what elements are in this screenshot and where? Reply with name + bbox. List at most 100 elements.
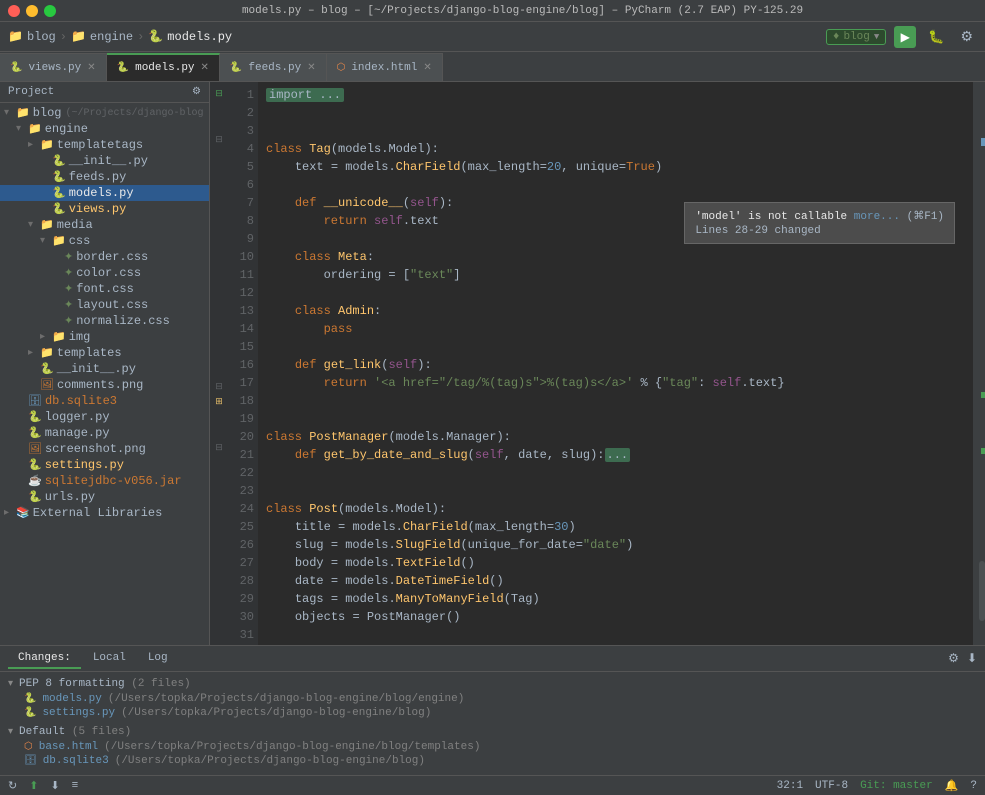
tree-item-settings[interactable]: 🐍 settings.py	[0, 457, 209, 473]
tree-label-init2: __init__.py	[57, 362, 136, 376]
tree-item-feeds[interactable]: 🐍 feeds.py	[0, 169, 209, 185]
gutter-fold-21[interactable]: ⊞	[212, 394, 226, 409]
expand-bottom-icon[interactable]: ⬇	[967, 651, 977, 666]
folder-icon-engine: 📁	[28, 122, 42, 136]
tab-models-py[interactable]: 🐍 models.py ✕	[107, 53, 220, 81]
tab-close-index[interactable]: ✕	[423, 62, 431, 74]
tab-close-models[interactable]: ✕	[201, 62, 209, 74]
changes-file-db-sqlite[interactable]: 🗄 db.sqlite3 (/Users/topka/Projects/djan…	[8, 754, 977, 768]
changes-db-name: db.sqlite3	[43, 755, 109, 767]
py-icon-manage: 🐍	[28, 426, 42, 440]
help-icon[interactable]: ?	[970, 780, 977, 792]
encoding[interactable]: UTF-8	[815, 780, 848, 792]
debug-button[interactable]: 🐛	[924, 27, 948, 47]
tree-item-sqlite-jar[interactable]: ☕ sqlitejdbc-v056.jar	[0, 473, 209, 489]
breadcrumb-engine[interactable]: engine	[90, 30, 133, 44]
maximize-button[interactable]	[44, 5, 56, 17]
gutter-fold-4[interactable]: ⊟	[212, 132, 226, 147]
gutter-line-17	[212, 333, 226, 348]
tab-close-feeds[interactable]: ✕	[307, 62, 315, 74]
breadcrumb-blog[interactable]: blog	[27, 30, 56, 44]
tooltip-more-link[interactable]: more...	[854, 211, 900, 223]
breadcrumb-models[interactable]: models.py	[167, 30, 232, 44]
tab-index-html[interactable]: ⬡ index.html ✕	[327, 53, 443, 81]
tree-item-media[interactable]: ▾ 📁 media	[0, 217, 209, 233]
changes-file-settings[interactable]: 🐍 settings.py (/Users/topka/Projects/dja…	[8, 706, 977, 720]
tree-item-color-css[interactable]: ✦ color.css	[0, 265, 209, 281]
cursor-position[interactable]: 32:1	[777, 780, 803, 792]
scrollbar-thumb[interactable]	[979, 561, 985, 621]
tree-item-views[interactable]: 🐍 views.py	[0, 201, 209, 217]
tree-arrow-img: ▸	[40, 331, 52, 343]
toolbar-right: ♦ blog ▼ ▶ 🐛 ⚙	[826, 26, 977, 48]
changes-file-base[interactable]: ⬡ base.html (/Users/topka/Projects/djang…	[8, 740, 977, 754]
gear-icon[interactable]: ⚙	[192, 86, 201, 98]
tree-item-blog[interactable]: ▾ 📁 blog (~/Projects/django-blog	[0, 105, 209, 121]
run-button[interactable]: ▶	[894, 26, 916, 48]
django-run-config[interactable]: ♦ blog ▼	[826, 29, 886, 45]
status-bar: ↻ ⬆ ⬇ ≡ 32:1 UTF-8 Git: master 🔔 ?	[0, 775, 985, 795]
tab-feeds-py[interactable]: 🐍 feeds.py ✕	[220, 53, 327, 81]
tree-item-comments[interactable]: 🖼 comments.png	[0, 377, 209, 393]
tab-local[interactable]: Local	[83, 649, 136, 669]
tree-item-manage[interactable]: 🐍 manage.py	[0, 425, 209, 441]
changes-group-pep8-header[interactable]: ▾ PEP 8 formatting (2 files)	[8, 676, 977, 692]
tab-views-py[interactable]: 🐍 views.py ✕	[0, 53, 107, 81]
right-scrollbar[interactable]	[973, 82, 985, 645]
tree-item-normalize-css[interactable]: ✦ normalize.css	[0, 313, 209, 329]
code-editor[interactable]: import ... class Tag(models.Model): text…	[258, 82, 973, 645]
changes-file-models[interactable]: 🐍 models.py (/Users/topka/Projects/djang…	[8, 692, 977, 706]
changes-group-default-header[interactable]: ▾ Default (5 files)	[8, 724, 977, 740]
tree-item-screenshot[interactable]: 🖼 screenshot.png	[0, 441, 209, 457]
py-icon-init2: 🐍	[40, 362, 54, 376]
gutter-line-36	[212, 626, 226, 641]
tree-item-db[interactable]: 🗄 db.sqlite3	[0, 393, 209, 409]
chevron-down-icon: ▼	[874, 32, 879, 42]
tree-label-templates: templates	[57, 346, 122, 360]
gutter-line-14	[212, 286, 226, 301]
tree-item-css[interactable]: ▾ 📁 css	[0, 233, 209, 249]
gutter-line-32	[212, 564, 226, 579]
changes-base-name: base.html	[39, 741, 98, 753]
git-branch[interactable]: Git: master	[860, 780, 933, 792]
tree-item-templates[interactable]: ▸ 📁 templates	[0, 345, 209, 361]
vcs-list-icon[interactable]: ≡	[72, 780, 79, 792]
tree-label-init1: __init__.py	[69, 154, 148, 168]
vcs-refresh-icon[interactable]: ↻	[8, 779, 17, 793]
tree-item-logger[interactable]: 🐍 logger.py	[0, 409, 209, 425]
tree-label-img: img	[69, 330, 91, 344]
gutter-fold-20[interactable]: ⊟	[212, 379, 226, 394]
notifications-icon[interactable]: 🔔	[945, 779, 959, 793]
breadcrumb: 📁 blog › 📁 engine › 🐍 models.py	[8, 29, 232, 44]
tree-item-ext-libs[interactable]: ▸ 📚 External Libraries	[0, 505, 209, 521]
tree-item-font-css[interactable]: ✦ font.css	[0, 281, 209, 297]
gutter-line-26	[212, 472, 226, 487]
code-line-30: objects = PostManager()	[266, 608, 965, 626]
code-line-2	[266, 104, 965, 122]
settings-bottom-icon[interactable]: ⚙	[948, 651, 959, 666]
tree-item-img[interactable]: ▸ 📁 img	[0, 329, 209, 345]
tab-label-models: models.py	[135, 62, 194, 74]
tree-item-engine[interactable]: ▾ 📁 engine	[0, 121, 209, 137]
status-right: 32:1 UTF-8 Git: master 🔔 ?	[777, 779, 977, 793]
tab-close-views[interactable]: ✕	[87, 62, 95, 74]
gutter-fold-24[interactable]: ⊟	[212, 441, 226, 456]
close-button[interactable]	[8, 5, 20, 17]
db-icon-changes: 🗄	[24, 755, 37, 767]
tree-item-border-css[interactable]: ✦ border.css	[0, 249, 209, 265]
gutter-line-7	[212, 179, 226, 194]
tab-changes[interactable]: Changes:	[8, 649, 81, 669]
tree-item-init1[interactable]: 🐍 __init__.py	[0, 153, 209, 169]
minimize-button[interactable]	[26, 5, 38, 17]
tree-item-templatetags[interactable]: ▸ 📁 templatetags	[0, 137, 209, 153]
tree-item-models[interactable]: 🐍 models.py	[0, 185, 209, 201]
tree-item-layout-css[interactable]: ✦ layout.css	[0, 297, 209, 313]
default-group-label: Default (5 files)	[19, 726, 131, 738]
vcs-down-icon[interactable]: ⬇	[50, 779, 59, 793]
tab-log[interactable]: Log	[138, 649, 178, 669]
vcs-icon[interactable]: ⬆	[29, 779, 38, 793]
tree-item-urls[interactable]: 🐍 urls.py	[0, 489, 209, 505]
gutter-fold-1[interactable]: ⊟	[212, 86, 226, 101]
tree-item-init2[interactable]: 🐍 __init__.py	[0, 361, 209, 377]
settings-button[interactable]: ⚙	[956, 26, 977, 47]
